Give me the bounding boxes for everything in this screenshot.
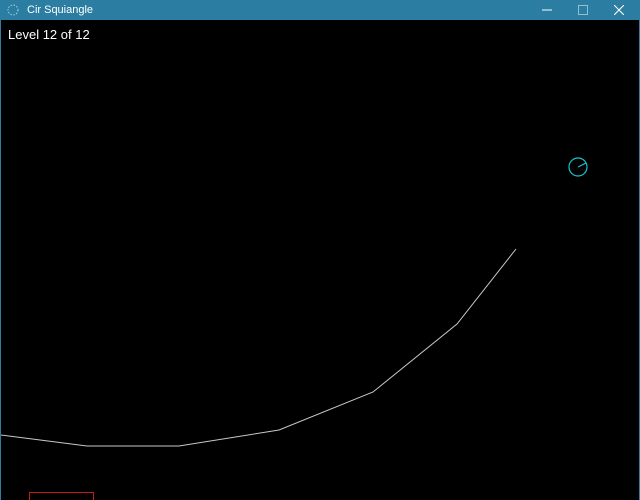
close-button[interactable] (601, 0, 637, 20)
level-indicator: Level 12 of 12 (8, 27, 90, 42)
close-icon (614, 5, 624, 15)
minimize-button[interactable] (529, 0, 565, 20)
goal-box (29, 492, 94, 500)
game-scene (1, 157, 588, 500)
dotted-circle-icon (5, 2, 21, 18)
terrain-line (1, 248, 517, 447)
game-window: Cir Squiangle Level 12 of 12 (0, 0, 640, 500)
minimize-icon (542, 9, 552, 11)
game-canvas[interactable]: Level 12 of 12 (1, 20, 639, 500)
window-title: Cir Squiangle (27, 4, 94, 16)
maximize-button[interactable] (565, 0, 601, 20)
maximize-icon (578, 5, 588, 15)
player-circle-icon (568, 157, 588, 177)
title-bar[interactable]: Cir Squiangle (1, 0, 640, 20)
